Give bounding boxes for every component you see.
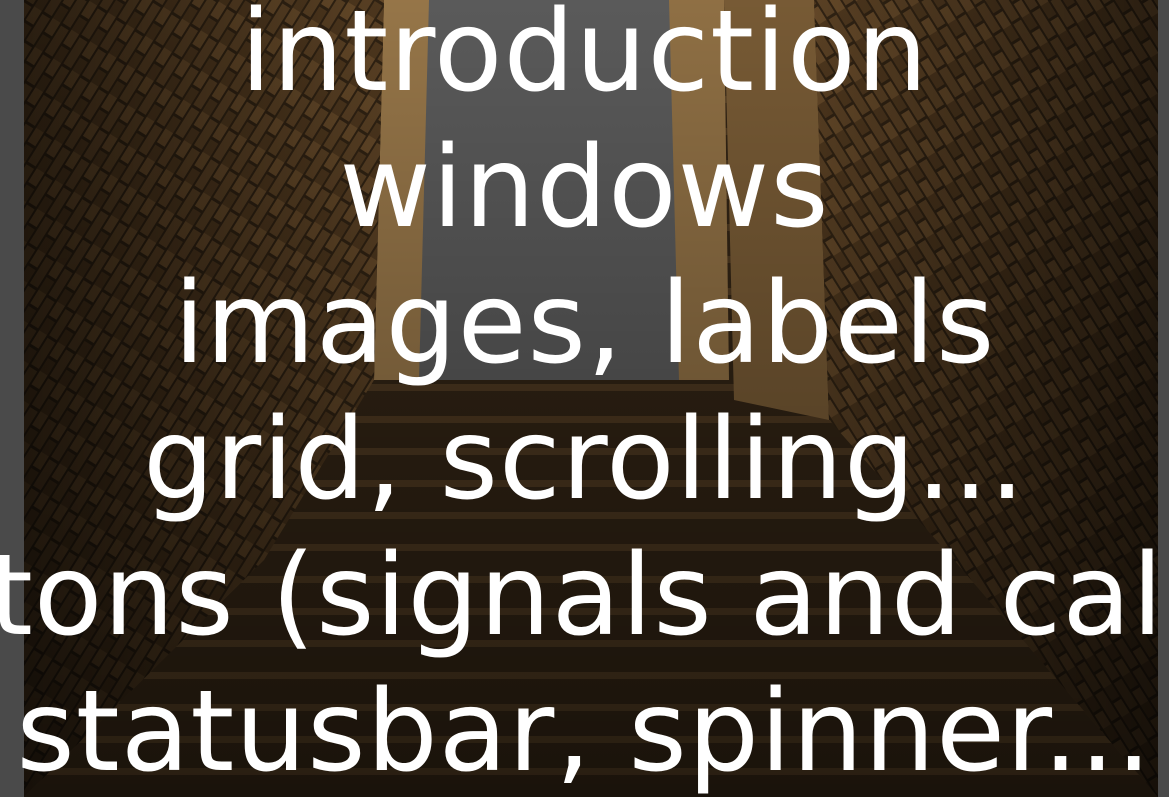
line-statusbar-spinner: statusbar, spinner... [16,667,1153,797]
line-introduction: introduction [240,0,929,117]
slide-text-block: introduction windows images, labels grid… [0,0,1169,797]
line-images-labels: images, labels [173,259,996,389]
slide-frame: introduction windows images, labels grid… [0,0,1169,797]
line-grid-scrolling: grid, scrolling... [143,395,1026,525]
line-windows: windows [339,123,830,253]
line-buttons-signals-callbacks: buttons (signals and callbacks) [0,531,1169,661]
